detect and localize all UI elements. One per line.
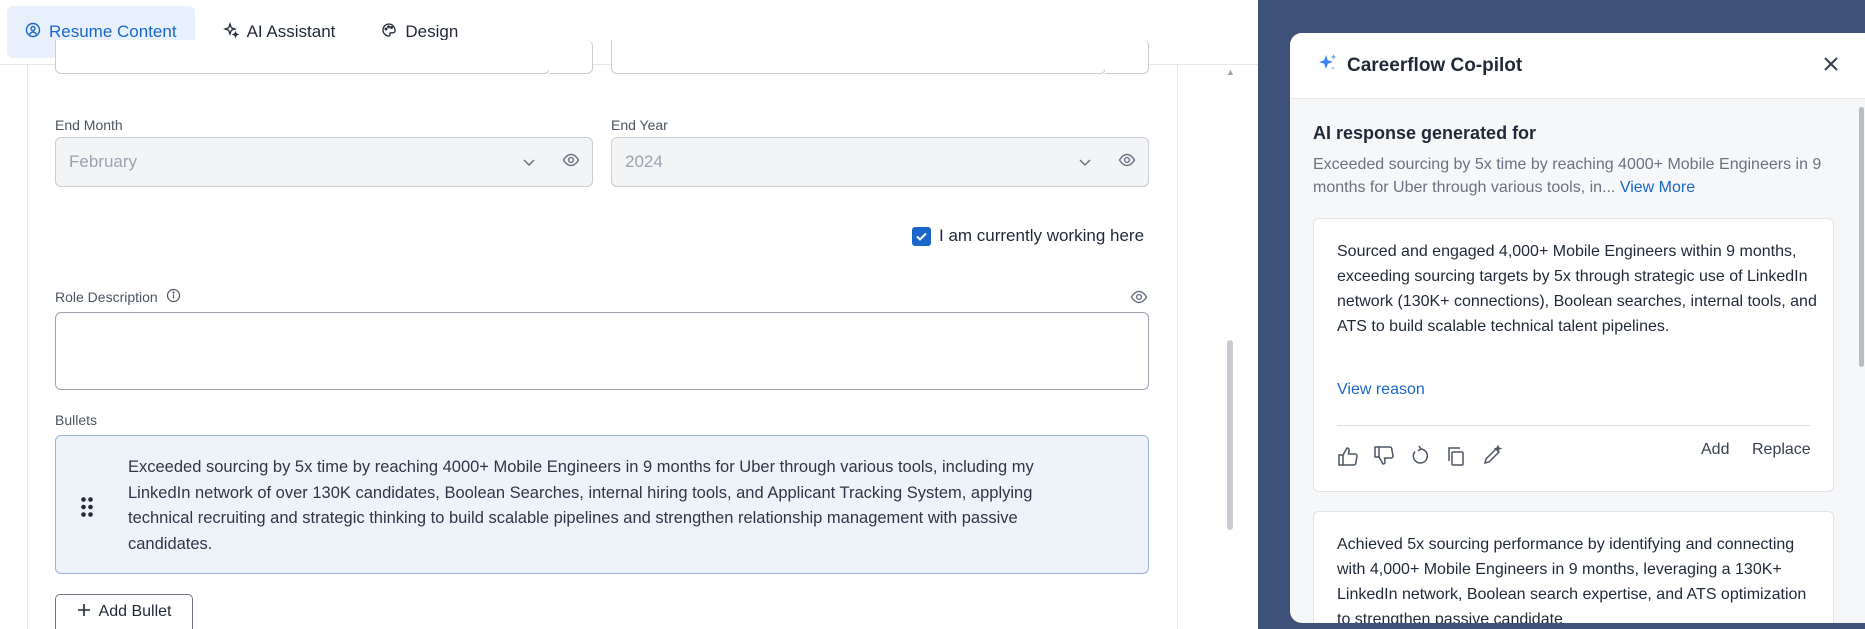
thumbs-up-icon[interactable]	[1337, 445, 1359, 467]
suggestion-text: Achieved 5x sourcing performance by iden…	[1337, 536, 1807, 623]
suggestion-actions	[1337, 445, 1503, 467]
suggestion-card: Sourced and engaged 4,000+ Mobile Engine…	[1313, 218, 1834, 492]
role-description-label: Role Description	[55, 289, 158, 305]
suggestion-text: Sourced and engaged 4,000+ Mobile Engine…	[1337, 243, 1817, 335]
info-icon[interactable]	[166, 288, 181, 306]
start-year-visibility-toggle[interactable]	[1105, 40, 1149, 74]
divider	[1177, 65, 1178, 629]
replace-suggestion-button[interactable]: Replace	[1752, 441, 1811, 459]
tab-label: AI Assistant	[246, 22, 336, 41]
end-year-value: 2024	[625, 152, 663, 171]
copy-icon[interactable]	[1445, 445, 1467, 467]
end-month-visibility-toggle[interactable]	[549, 137, 593, 187]
plus-icon	[77, 603, 91, 622]
sparkle-icon	[1317, 52, 1339, 79]
add-suggestion-button[interactable]: Add	[1701, 441, 1729, 459]
divider	[27, 65, 28, 629]
resume-editor: Resume Content AI Assistant Design End M…	[0, 0, 1258, 629]
end-month-select[interactable]: February	[55, 137, 550, 187]
ai-response-source: Exceeded sourcing by 5x time by reaching…	[1313, 153, 1843, 199]
scroll-up-arrow-icon[interactable]: ▲	[1226, 67, 1235, 77]
bullets-label: Bullets	[55, 412, 98, 428]
end-year-label: End Year	[611, 117, 668, 133]
end-month-value: February	[69, 152, 138, 171]
role-description-label-row: Role Description	[55, 288, 181, 306]
edit-icon[interactable]	[1481, 445, 1503, 467]
copilot-header: Careerflow Co-pilot	[1290, 33, 1865, 99]
end-month-label: End Month	[55, 117, 123, 133]
role-description-input[interactable]	[55, 312, 1149, 390]
eye-icon	[1118, 151, 1136, 174]
end-year-select[interactable]: 2024	[611, 137, 1106, 187]
drag-handle-icon[interactable]	[80, 496, 94, 523]
start-year-select[interactable]	[611, 40, 1106, 74]
chevron-down-icon	[1065, 155, 1105, 169]
scrollbar-thumb[interactable]	[1227, 340, 1233, 530]
start-month-visibility-toggle[interactable]	[549, 40, 593, 74]
thumbs-down-icon[interactable]	[1373, 445, 1395, 467]
bullet-item[interactable]: Exceeded sourcing by 5x time by reaching…	[55, 435, 1149, 574]
view-more-link[interactable]: View More	[1620, 179, 1695, 196]
add-bullet-label: Add Bullet	[98, 603, 172, 620]
start-month-select[interactable]	[55, 40, 550, 74]
eye-icon[interactable]	[1130, 288, 1148, 311]
regenerate-icon[interactable]	[1409, 445, 1431, 467]
copilot-panel: Careerflow Co-pilot AI response generate…	[1290, 33, 1865, 623]
view-reason-link[interactable]: View reason	[1337, 381, 1425, 399]
tab-label: Resume Content	[49, 22, 177, 41]
currently-working-label: I am currently working here	[939, 226, 1145, 245]
chevron-down-icon	[509, 155, 549, 169]
tab-label: Design	[405, 22, 459, 41]
copilot-title: Careerflow Co-pilot	[1347, 54, 1523, 76]
resume-icon	[25, 22, 41, 43]
scrollbar-thumb[interactable]	[1859, 107, 1864, 367]
currently-working-checkbox[interactable]	[912, 226, 931, 246]
add-bullet-button[interactable]: Add Bullet	[55, 594, 193, 629]
bullet-text: Exceeded sourcing by 5x time by reaching…	[128, 458, 1034, 553]
divider	[1337, 425, 1810, 426]
eye-icon	[562, 151, 580, 174]
suggestion-card: Achieved 5x sourcing performance by iden…	[1313, 511, 1834, 623]
ai-response-heading: AI response generated for	[1313, 123, 1537, 143]
close-icon[interactable]	[1821, 54, 1841, 79]
ai-response-source-text: Exceeded sourcing by 5x time by reaching…	[1313, 156, 1822, 196]
currently-working-checkbox-row[interactable]: I am currently working here	[912, 226, 1144, 246]
end-year-visibility-toggle[interactable]	[1105, 137, 1149, 187]
